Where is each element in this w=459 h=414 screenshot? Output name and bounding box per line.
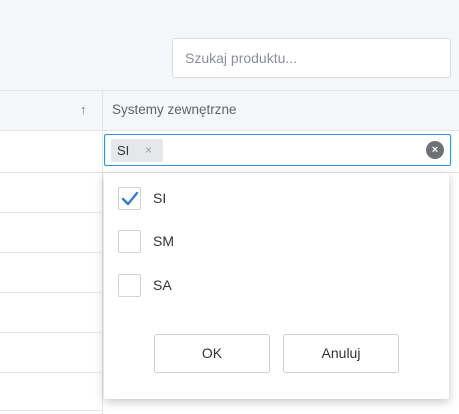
search-input[interactable]: Szukaj produktu... bbox=[172, 38, 451, 78]
row-divider bbox=[0, 372, 103, 373]
checkmark-icon bbox=[121, 191, 139, 206]
clear-icon[interactable]: × bbox=[426, 141, 444, 159]
external-systems-filter[interactable]: SI × × bbox=[104, 134, 451, 166]
column-header-external-systems[interactable]: Systemy zewnętrzne bbox=[112, 102, 237, 117]
checkbox[interactable] bbox=[118, 274, 141, 297]
column-divider bbox=[102, 91, 103, 131]
row-divider bbox=[0, 332, 103, 333]
row-divider bbox=[0, 212, 103, 213]
filter-row: SI × × bbox=[0, 131, 459, 173]
option-si[interactable]: SI bbox=[118, 187, 318, 211]
cancel-button[interactable]: Anuluj bbox=[283, 334, 399, 373]
option-sm[interactable]: SM bbox=[118, 230, 318, 254]
page: Szukaj produktu... ↑ Systemy zewnętrzne … bbox=[0, 0, 459, 414]
row-divider bbox=[0, 410, 103, 411]
row-divider bbox=[0, 252, 103, 253]
filter-dropdown: SI SM SA OK Anuluj bbox=[104, 173, 449, 399]
option-label: SM bbox=[153, 233, 174, 249]
chip-label: SI bbox=[117, 143, 130, 158]
column-divider bbox=[102, 131, 103, 173]
ok-button[interactable]: OK bbox=[154, 334, 270, 373]
option-label: SI bbox=[153, 190, 167, 206]
option-label: SA bbox=[153, 277, 172, 293]
selected-chip: SI × bbox=[111, 139, 163, 162]
option-sa[interactable]: SA bbox=[118, 274, 318, 298]
toolbar: Szukaj produktu... bbox=[0, 0, 459, 91]
sort-arrow-icon[interactable]: ↑ bbox=[80, 102, 87, 117]
checkbox[interactable] bbox=[118, 230, 141, 253]
column-header-row: ↑ Systemy zewnętrzne bbox=[0, 91, 459, 131]
chip-remove-icon[interactable]: × bbox=[145, 139, 152, 162]
checkbox-checked[interactable] bbox=[118, 187, 141, 210]
row-divider bbox=[0, 292, 103, 293]
column-divider bbox=[102, 173, 103, 414]
